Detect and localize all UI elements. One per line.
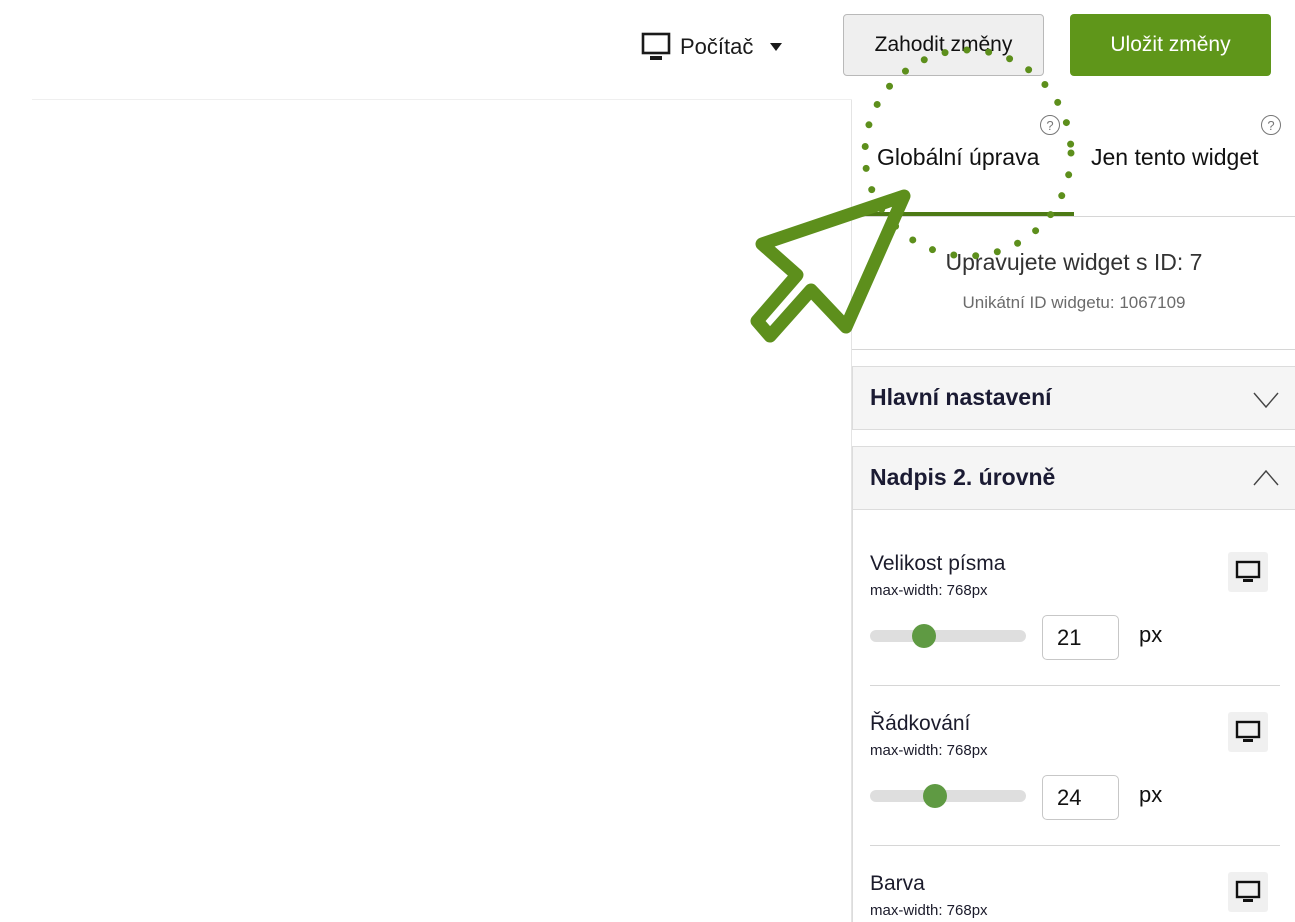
font-size-unit: px — [1139, 622, 1163, 647]
tab-global-edit-label: Globální úprava — [877, 144, 1040, 170]
tab-this-widget-only-label: Jen tento widget — [1091, 144, 1259, 170]
discard-changes-button[interactable]: Zahodit změny — [843, 14, 1044, 76]
setting-color-label: Barva — [870, 872, 925, 895]
setting-font-size-media-query: max-width: 768px — [870, 582, 988, 599]
section-main-settings-label: Hlavní nastavení — [870, 384, 1052, 410]
top-toolbar: Počítač Zahodit změny Uložit změny — [0, 0, 1295, 100]
edit-mode-tabs: ? Globální úprava ? Jen tento widget — [852, 100, 1295, 217]
chevron-up-icon — [1253, 469, 1279, 486]
section-heading-level-2[interactable]: Nadpis 2. úrovně — [852, 446, 1295, 510]
line-height-slider-thumb[interactable] — [922, 784, 947, 808]
line-height-input[interactable] — [1042, 775, 1119, 820]
monitor-icon — [1235, 560, 1261, 582]
section-heading-level-2-label: Nadpis 2. úrovně — [870, 464, 1056, 490]
setting-line-height-media-query: max-width: 768px — [870, 742, 988, 759]
section-heading-level-2-content: Velikost písma max-width: 768px px Řádko… — [852, 510, 1295, 922]
device-selector[interactable]: Počítač — [641, 30, 783, 64]
caret-down-icon — [770, 43, 783, 51]
monitor-icon — [641, 32, 671, 60]
help-circle-icon[interactable]: ? — [1040, 115, 1060, 135]
monitor-icon — [1235, 720, 1261, 742]
device-toggle-button[interactable] — [1228, 872, 1268, 912]
widget-info: Upravujete widget s ID: 7 Unikátní ID wi… — [852, 217, 1295, 350]
device-toggle-button[interactable] — [1228, 712, 1268, 752]
settings-panel: ? Globální úprava ? Jen tento widget Upr… — [851, 100, 1295, 922]
setting-color-media-query: max-width: 768px — [870, 902, 988, 919]
tab-this-widget-only[interactable]: ? Jen tento widget — [1074, 100, 1295, 217]
active-tab-indicator — [852, 212, 1074, 216]
setting-font-size-label: Velikost písma — [870, 552, 1006, 575]
widget-unique-id: Unikátní ID widgetu: 1067109 — [962, 293, 1186, 312]
section-main-settings[interactable]: Hlavní nastavení — [852, 366, 1295, 430]
divider — [870, 685, 1280, 686]
setting-line-height-label: Řádkování — [870, 712, 971, 735]
font-size-slider-thumb[interactable] — [912, 624, 937, 648]
font-size-slider[interactable] — [870, 624, 1026, 648]
monitor-icon — [1235, 880, 1261, 902]
toolbar-divider — [32, 99, 852, 100]
tab-global-edit[interactable]: ? Globální úprava — [852, 100, 1074, 217]
font-size-input[interactable] — [1042, 615, 1119, 660]
line-height-unit: px — [1139, 782, 1163, 807]
chevron-down-icon — [1253, 392, 1279, 409]
device-toggle-button[interactable] — [1228, 552, 1268, 592]
help-circle-icon[interactable]: ? — [1261, 115, 1281, 135]
divider — [870, 845, 1280, 846]
device-selector-label: Počítač — [680, 34, 754, 59]
line-height-slider[interactable] — [870, 784, 1026, 808]
widget-id-title: Upravujete widget s ID: 7 — [945, 249, 1203, 275]
save-changes-button[interactable]: Uložit změny — [1070, 14, 1271, 76]
